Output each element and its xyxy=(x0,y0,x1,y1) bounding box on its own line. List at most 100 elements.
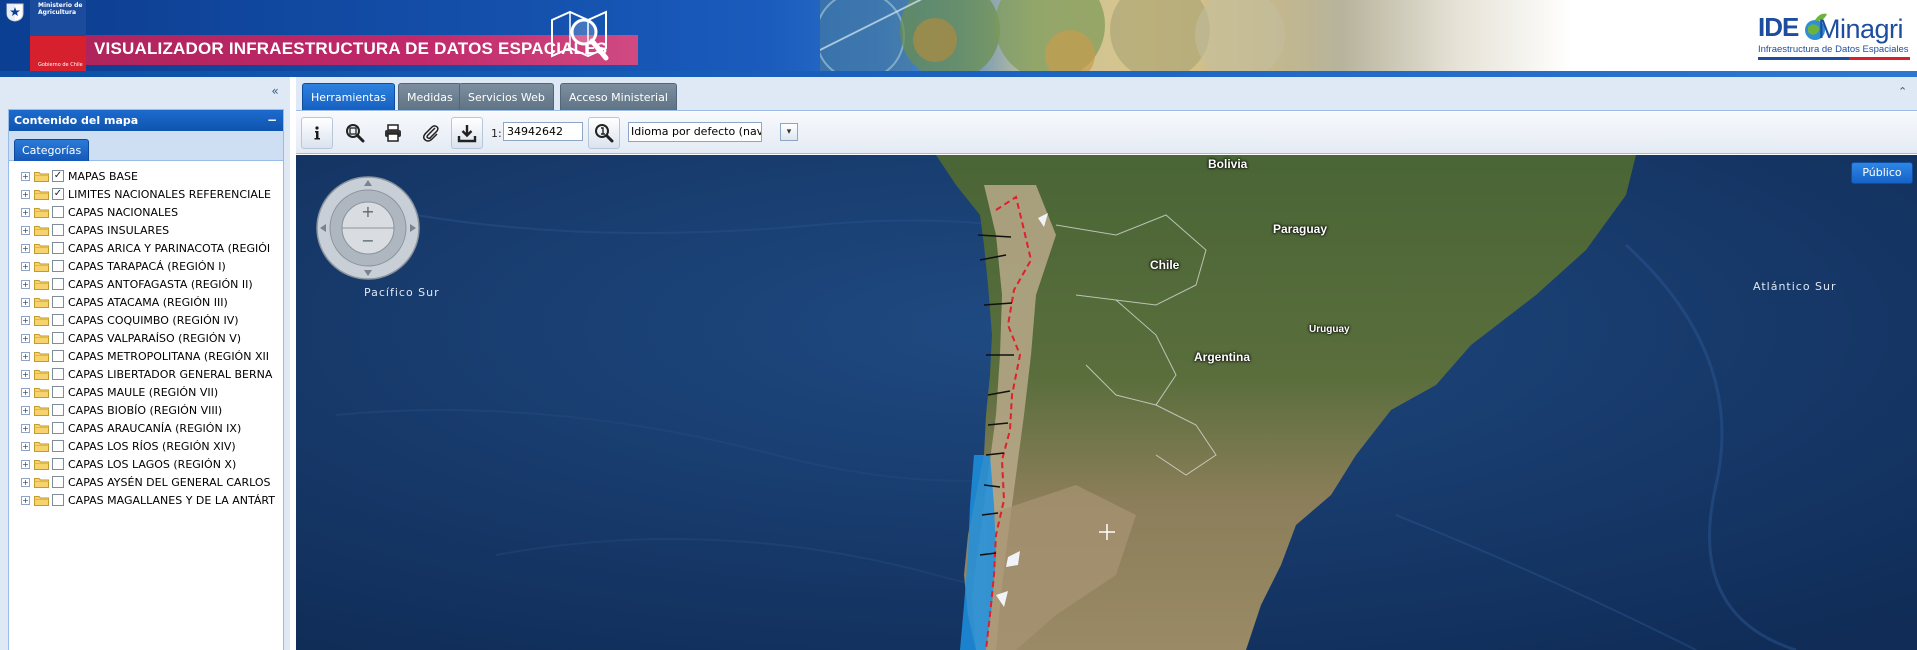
layer-checkbox[interactable] xyxy=(52,404,64,416)
layer-checkbox[interactable] xyxy=(52,314,64,326)
layer-tree-item[interactable]: + CAPAS LIBERTADOR GENERAL BERNA xyxy=(21,365,272,383)
expand-toggle-icon[interactable]: + xyxy=(21,171,30,181)
expand-toggle-icon[interactable]: + xyxy=(21,495,30,505)
info-icon xyxy=(314,126,320,140)
layer-label: CAPAS INSULARES xyxy=(68,223,170,237)
expand-toggle-icon[interactable]: + xyxy=(21,279,30,289)
minimize-panel-button[interactable]: − xyxy=(267,110,277,131)
language-dropdown-arrow[interactable]: ▾ xyxy=(780,123,798,141)
language-select[interactable]: Idioma por defecto (navegador) xyxy=(628,122,762,142)
layer-checkbox[interactable] xyxy=(52,422,64,434)
publico-button[interactable]: Público xyxy=(1851,162,1913,184)
layer-label: CAPAS COQUIMBO (REGIÓN IV) xyxy=(68,313,239,327)
layer-tree-item[interactable]: + CAPAS LOS RÍOS (REGIÓN XIV) xyxy=(21,437,236,455)
zoom-in-button[interactable]: + xyxy=(360,203,376,221)
scale-zoom-button[interactable] xyxy=(588,117,620,149)
expand-toggle-icon[interactable]: + xyxy=(21,261,30,271)
label-bolivia: Bolivia xyxy=(1208,157,1248,171)
layer-tree-item[interactable]: + ✓ MAPAS BASE xyxy=(21,167,138,185)
layer-checkbox[interactable] xyxy=(52,440,64,452)
layer-checkbox[interactable] xyxy=(52,386,64,398)
layer-tree-item[interactable]: + CAPAS BIOBÍO (REGIÓN VIII) xyxy=(21,401,222,419)
info-button[interactable] xyxy=(301,117,333,149)
folder-icon xyxy=(34,315,49,326)
tab-servicios-web[interactable]: Servicios Web xyxy=(459,83,554,110)
expand-toggle-icon[interactable]: + xyxy=(21,441,30,451)
expand-toggle-icon[interactable]: + xyxy=(21,315,30,325)
label-chile: Chile xyxy=(1150,258,1180,272)
layer-checkbox[interactable] xyxy=(52,476,64,488)
collapse-top-panel-button[interactable]: ⌃ xyxy=(1898,85,1907,98)
folder-icon xyxy=(34,243,49,254)
tab-categorias[interactable]: Categorías xyxy=(14,139,90,161)
scale-input[interactable] xyxy=(503,122,583,141)
expand-toggle-icon[interactable]: + xyxy=(21,387,30,397)
layer-tree-item[interactable]: + CAPAS INSULARES xyxy=(21,221,169,239)
layer-tree-item[interactable]: + CAPAS ARAUCANÍA (REGIÓN IX) xyxy=(21,419,241,437)
layer-tree-item[interactable]: + CAPAS ARICA Y PARINACOTA (REGIÓI xyxy=(21,239,270,257)
layer-checkbox[interactable] xyxy=(52,350,64,362)
tab-acceso-ministerial[interactable]: Acceso Ministerial xyxy=(560,83,677,110)
ministry-line1: Ministerio de xyxy=(38,2,83,9)
attach-button[interactable] xyxy=(415,117,447,149)
layer-tree-item[interactable]: + ✓ LIMITES NACIONALES REFERENCIALE xyxy=(21,185,271,203)
folder-icon xyxy=(34,279,49,290)
expand-toggle-icon[interactable]: + xyxy=(21,423,30,433)
expand-toggle-icon[interactable]: + xyxy=(21,351,30,361)
folder-icon xyxy=(34,225,49,236)
layer-label: CAPAS AYSÉN DEL GENERAL CARLOS xyxy=(68,475,271,489)
layer-tree-item[interactable]: + CAPAS VALPARAÍSO (REGIÓN V) xyxy=(21,329,241,347)
zoom-out-button[interactable]: − xyxy=(360,232,376,250)
collapse-left-panel-button[interactable]: « xyxy=(267,84,283,98)
layer-tree-item[interactable]: + CAPAS ATACAMA (REGIÓN III) xyxy=(21,293,228,311)
expand-toggle-icon[interactable]: + xyxy=(21,189,30,199)
layer-label: CAPAS MAGALLANES Y DE LA ANTÁRT xyxy=(68,493,275,507)
layer-tree-item[interactable]: + CAPAS LOS LAGOS (REGIÓN X) xyxy=(21,455,236,473)
tab-herramientas[interactable]: Herramientas xyxy=(302,83,395,110)
print-icon xyxy=(385,124,401,142)
expand-toggle-icon[interactable]: + xyxy=(21,405,30,415)
expand-toggle-icon[interactable]: + xyxy=(21,333,30,343)
layer-tree-item[interactable]: + CAPAS MAULE (REGIÓN VII) xyxy=(21,383,218,401)
layer-tree-item[interactable]: + CAPAS MAGALLANES Y DE LA ANTÁRT xyxy=(21,491,275,509)
layer-checkbox[interactable] xyxy=(52,242,64,254)
layer-checkbox[interactable] xyxy=(52,458,64,470)
expand-toggle-icon[interactable]: + xyxy=(21,297,30,307)
tab-medidas[interactable]: Medidas xyxy=(398,83,462,110)
layer-tree-item[interactable]: + CAPAS AYSÉN DEL GENERAL CARLOS xyxy=(21,473,270,491)
expand-toggle-icon[interactable]: + xyxy=(21,207,30,217)
map-view[interactable]: Pacífico Sur Atlántico Sur Bolivia Parag… xyxy=(296,155,1917,650)
download-button[interactable] xyxy=(451,117,483,149)
gobierno-de-chile-logo: Ministerio de Agricultura Gobierno de Ch… xyxy=(0,0,86,73)
layer-tree-item[interactable]: + CAPAS COQUIMBO (REGIÓN IV) xyxy=(21,311,239,329)
label-atlantico-sur: Atlántico Sur xyxy=(1753,280,1837,293)
layer-tree-item[interactable]: + CAPAS NACIONALES xyxy=(21,203,178,221)
layer-checkbox[interactable] xyxy=(52,206,64,218)
expand-toggle-icon[interactable]: + xyxy=(21,243,30,253)
layer-tree-item[interactable]: + CAPAS METROPOLITANA (REGIÓN XII xyxy=(21,347,269,365)
layer-label: LIMITES NACIONALES REFERENCIALE xyxy=(68,187,271,201)
layer-checkbox[interactable] xyxy=(52,494,64,506)
layer-label: CAPAS ATACAMA (REGIÓN III) xyxy=(68,295,228,309)
layer-checkbox[interactable] xyxy=(52,278,64,290)
layer-tree-item[interactable]: + CAPAS TARAPACÁ (REGIÓN I) xyxy=(21,257,226,275)
zoom-extent-button[interactable] xyxy=(339,117,371,149)
layer-checkbox[interactable] xyxy=(52,368,64,380)
label-uruguay: Uruguay xyxy=(1309,324,1350,335)
layer-label: MAPAS BASE xyxy=(68,169,138,183)
layer-checkbox[interactable] xyxy=(52,260,64,272)
layer-checkbox[interactable] xyxy=(52,332,64,344)
print-button[interactable] xyxy=(377,117,409,149)
expand-toggle-icon[interactable]: + xyxy=(21,225,30,235)
expand-toggle-icon[interactable]: + xyxy=(21,369,30,379)
folder-icon xyxy=(34,405,49,416)
layer-checkbox[interactable] xyxy=(52,224,64,236)
expand-toggle-icon[interactable]: + xyxy=(21,477,30,487)
layer-checkbox[interactable]: ✓ xyxy=(52,170,64,182)
layer-label: CAPAS LOS LAGOS (REGIÓN X) xyxy=(68,457,237,471)
expand-toggle-icon[interactable]: + xyxy=(21,459,30,469)
map-navigation-control[interactable]: + − xyxy=(315,175,421,281)
layer-checkbox[interactable]: ✓ xyxy=(52,188,64,200)
layer-tree-item[interactable]: + CAPAS ANTOFAGASTA (REGIÓN II) xyxy=(21,275,253,293)
layer-checkbox[interactable] xyxy=(52,296,64,308)
